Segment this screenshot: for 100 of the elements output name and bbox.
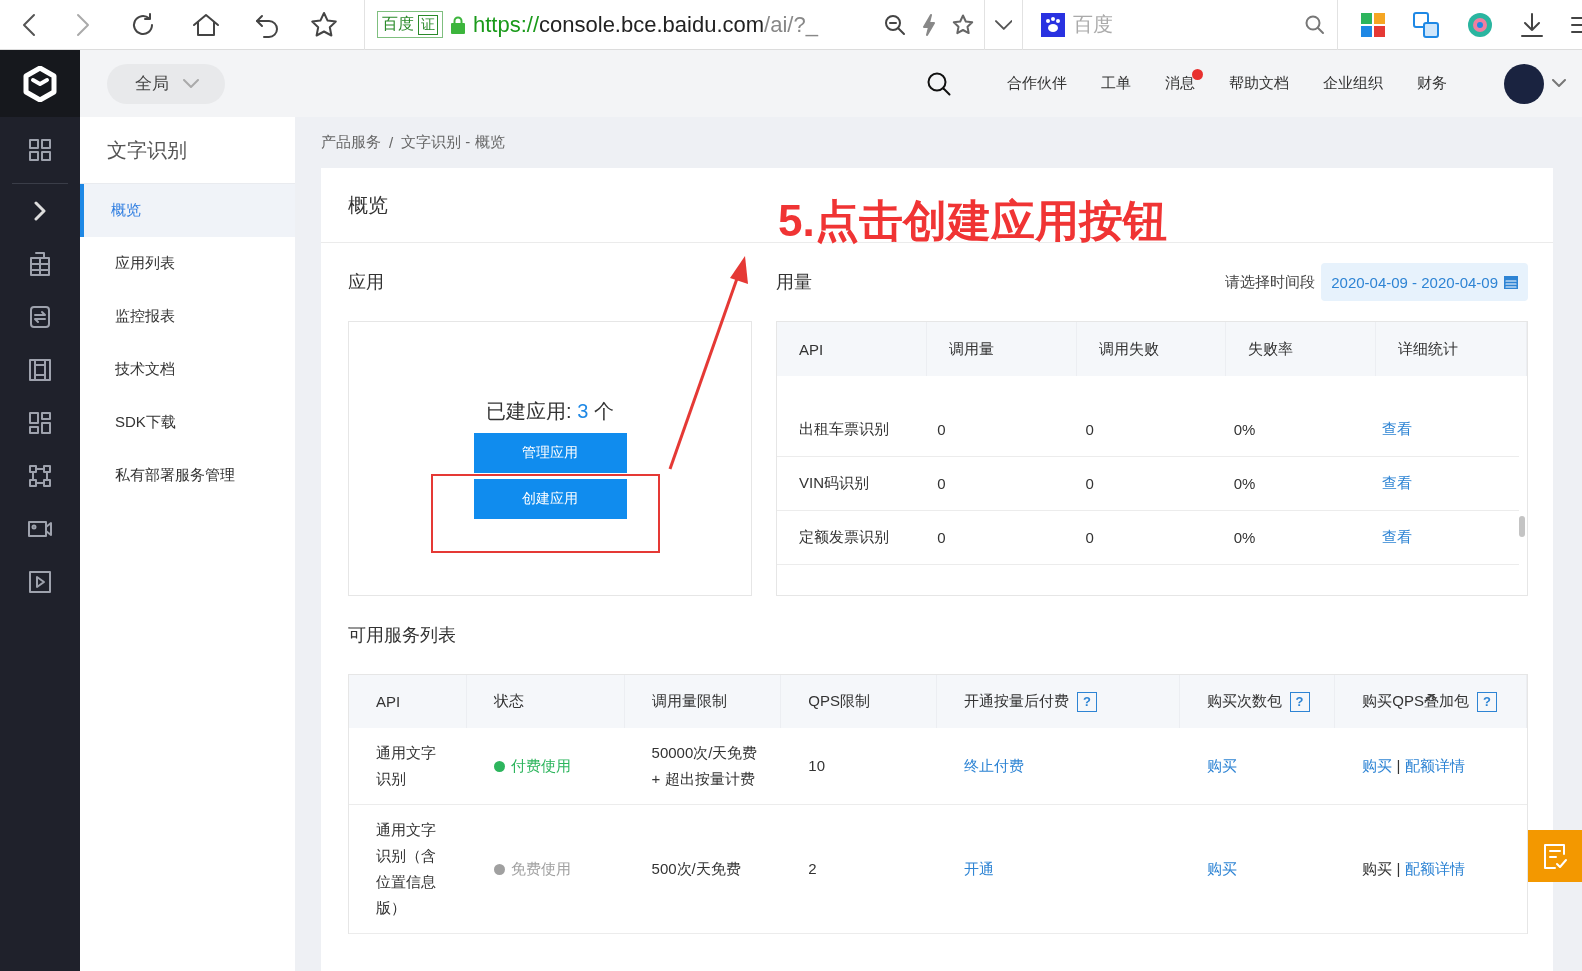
table-cell: 10 bbox=[808, 757, 825, 774]
column-header: 购买次数包 bbox=[1206, 692, 1282, 711]
play-icon[interactable] bbox=[27, 568, 53, 595]
table-link[interactable]: 开通 bbox=[964, 860, 995, 877]
chevron-down-icon bbox=[183, 78, 199, 89]
search-field[interactable]: 百度 bbox=[1073, 11, 1298, 38]
sidebar-item[interactable]: 监控报表 bbox=[80, 290, 295, 343]
annotation-text: 5.点击创建应用按钮 bbox=[778, 195, 1167, 247]
url-text[interactable]: https://console.bce.baidu.com/ai/?_ bbox=[473, 11, 818, 38]
compass-icon[interactable] bbox=[1466, 10, 1494, 39]
primary-button[interactable]: 管理应用 bbox=[473, 433, 627, 473]
help-button[interactable]: ? bbox=[1289, 691, 1310, 712]
separator: | bbox=[1396, 757, 1401, 774]
table-cell: 购买 bbox=[1362, 860, 1393, 877]
star-icon[interactable] bbox=[310, 10, 338, 39]
table-cell-text: 50000次/天免费 + 超出按量计费 bbox=[651, 743, 759, 789]
column-header: 状态 bbox=[493, 692, 524, 711]
column-header: 详细统计 bbox=[1398, 339, 1459, 359]
table-cell: 0 bbox=[1085, 529, 1094, 546]
column-header: 失败率 bbox=[1248, 339, 1294, 359]
paw-icon[interactable] bbox=[1041, 12, 1066, 37]
column-header: 购买QPS叠加包 bbox=[1362, 692, 1469, 711]
expand-icon[interactable] bbox=[33, 200, 47, 221]
column-header: 开通按量后付费 bbox=[964, 692, 1069, 711]
buy-link[interactable]: 购买 bbox=[1206, 860, 1237, 877]
status-text: 付费使用 bbox=[510, 756, 571, 776]
help-button[interactable]: ? bbox=[1077, 691, 1097, 712]
nav-link[interactable]: 帮助文档 bbox=[1229, 74, 1289, 93]
breadcrumb-link[interactable]: 产品服务 bbox=[321, 133, 381, 152]
translate-icon[interactable] bbox=[1412, 10, 1440, 39]
dashboard-icon[interactable] bbox=[27, 409, 53, 436]
breadcrumb-separator: / bbox=[389, 134, 394, 151]
search-icon[interactable] bbox=[926, 70, 952, 97]
nav-link[interactable]: 工单 bbox=[1101, 74, 1131, 93]
table-cell: 0 bbox=[937, 529, 946, 546]
buy-link[interactable]: 购买 bbox=[1206, 757, 1237, 774]
buy-link[interactable]: 购买 bbox=[1362, 757, 1393, 774]
table-cell: 通用文字识别（含位置信息版） bbox=[376, 821, 436, 916]
table-link[interactable]: 终止付费 bbox=[964, 757, 1025, 774]
sidebar-item[interactable]: 私有部署服务管理 bbox=[80, 449, 295, 502]
column-header: QPS限制 bbox=[808, 692, 870, 711]
view-link[interactable]: 查看 bbox=[1381, 528, 1412, 545]
table-cell: 0 bbox=[1085, 421, 1094, 438]
table-cell: VIN码识别 bbox=[799, 474, 869, 491]
scope-dropdown[interactable]: 全局 bbox=[107, 63, 225, 104]
table-cell: 0 bbox=[1085, 475, 1094, 492]
date-label: 请选择时间段 bbox=[1225, 272, 1316, 292]
home-icon[interactable] bbox=[192, 11, 220, 38]
sidebar-item[interactable]: SDK下载 bbox=[80, 396, 295, 449]
date-range-picker[interactable]: 2020-04-09 - 2020-04-09 bbox=[1321, 263, 1528, 301]
grid-icon[interactable] bbox=[27, 137, 53, 163]
column-header: 调用量限制 bbox=[651, 692, 727, 711]
back-icon[interactable] bbox=[22, 12, 36, 37]
table-cell: 出租车票识别 bbox=[799, 420, 889, 437]
view-link[interactable]: 查看 bbox=[1381, 420, 1412, 437]
status-text: 免费使用 bbox=[510, 859, 571, 879]
chevron-down-icon[interactable] bbox=[1552, 78, 1566, 89]
section-title: 可用服务列表 bbox=[348, 624, 456, 647]
sidebar-item[interactable]: 技术文档 bbox=[80, 343, 295, 396]
sidebar-item[interactable]: 应用列表 bbox=[80, 237, 295, 290]
star-icon[interactable] bbox=[951, 13, 974, 36]
view-link[interactable]: 查看 bbox=[1381, 474, 1412, 491]
lock-icon bbox=[451, 15, 465, 34]
section-title: 应用 bbox=[348, 271, 384, 294]
download-icon[interactable] bbox=[1520, 11, 1544, 38]
table-cell-text: 500次/天免费 bbox=[651, 859, 742, 879]
tiles-icon[interactable] bbox=[1360, 11, 1386, 38]
nav-link[interactable]: 合作伙伴 bbox=[1007, 74, 1067, 93]
table-cell: 0% bbox=[1233, 475, 1256, 492]
table-cell: 2 bbox=[808, 860, 817, 877]
column-header: 调用量 bbox=[948, 339, 994, 359]
zoom-icon[interactable] bbox=[883, 13, 906, 36]
nav-link[interactable]: 企业组织 bbox=[1323, 74, 1383, 93]
lightning-icon[interactable] bbox=[921, 13, 936, 36]
calendar-icon bbox=[1504, 275, 1518, 289]
table-cell: 0% bbox=[1233, 421, 1256, 438]
column-header: API bbox=[799, 340, 824, 358]
help-button[interactable]: ? bbox=[1477, 691, 1497, 712]
column-header: 调用失败 bbox=[1098, 339, 1159, 359]
table-cell: 0 bbox=[937, 421, 946, 438]
scrollbar-thumb[interactable] bbox=[1519, 516, 1525, 537]
table-cell: 0 bbox=[937, 475, 946, 492]
frame-icon[interactable] bbox=[27, 356, 53, 383]
reload-icon[interactable] bbox=[130, 11, 156, 38]
checklist-icon bbox=[1542, 842, 1568, 870]
dropdown-icon[interactable] bbox=[994, 18, 1013, 31]
primary-button[interactable]: 创建应用 bbox=[473, 479, 627, 519]
quota-detail-link[interactable]: 配额详情 bbox=[1404, 757, 1465, 774]
quota-detail-link[interactable]: 配额详情 bbox=[1404, 860, 1465, 877]
separator: | bbox=[1396, 860, 1401, 877]
avatar[interactable] bbox=[1504, 63, 1544, 104]
table-cell: 0% bbox=[1233, 529, 1256, 546]
app-count: 已建应用: 3 个 bbox=[486, 399, 614, 424]
building-icon[interactable] bbox=[27, 250, 53, 277]
nav-link[interactable]: 消息 bbox=[1165, 74, 1195, 93]
table-cell: 定额发票识别 bbox=[799, 528, 889, 545]
sidebar-item[interactable]: 概览 bbox=[80, 184, 295, 237]
storage-icon[interactable] bbox=[27, 303, 53, 330]
nav-link[interactable]: 财务 bbox=[1417, 74, 1447, 93]
command-icon[interactable] bbox=[27, 462, 53, 489]
